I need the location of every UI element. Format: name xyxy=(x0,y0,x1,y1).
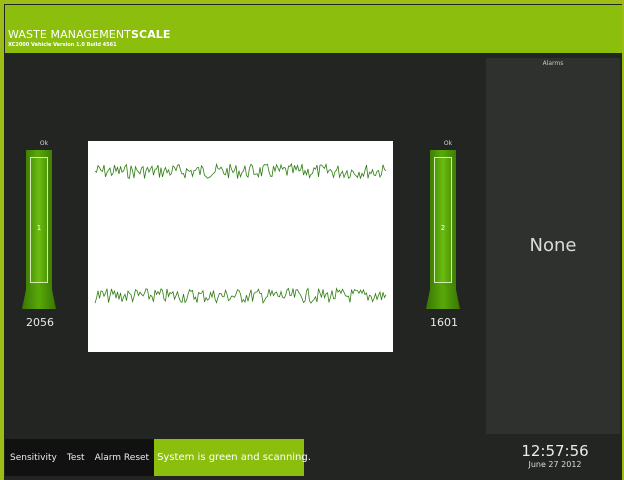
alarms-panel: Alarms None xyxy=(486,58,620,434)
signal-trace-1 xyxy=(94,162,387,180)
clock-time: 12:57:56 xyxy=(521,442,589,460)
clock: 12:57:56 June 27 2012 xyxy=(505,442,605,469)
sensor-2-level-bar: 2 xyxy=(430,150,456,301)
app-title-bold: SCALE xyxy=(131,28,171,41)
alarms-title: Alarms xyxy=(542,60,564,67)
app-title-light: WASTE MANAGEMENT xyxy=(8,28,131,41)
sensor-2-level-fill xyxy=(434,157,452,283)
sensor-1-base xyxy=(22,286,56,309)
sensor-1-level-fill xyxy=(30,157,48,283)
frame-top-border xyxy=(0,0,624,4)
app-version: XC2000 Vehicle Version 1.0 Build 4561 xyxy=(8,42,117,48)
sensor-2-value: 1601 xyxy=(430,316,458,329)
sensor-2-index: 2 xyxy=(440,224,446,232)
status-message: System is green and scanning. xyxy=(154,439,311,476)
sensor-1-level-bar: 1 xyxy=(26,150,52,301)
bottom-toolbar: Sensitivity Test Alarm Reset System is g… xyxy=(5,439,311,476)
sensor-2-status: Ok xyxy=(443,140,453,147)
app-screen: WASTE MANAGEMENTSCALE XC2000 Vehicle Ver… xyxy=(0,0,624,480)
sensor-2-base xyxy=(426,286,460,309)
signal-trace-2 xyxy=(94,287,387,305)
clock-date: June 27 2012 xyxy=(528,460,582,469)
signal-graph xyxy=(88,141,393,352)
sensor-1-value: 2056 xyxy=(26,316,54,329)
header-bar: WASTE MANAGEMENTSCALE XC2000 Vehicle Ver… xyxy=(5,5,622,53)
test-button[interactable]: Test xyxy=(61,439,90,476)
alarm-reset-button[interactable]: Alarm Reset xyxy=(89,439,155,476)
signal-graph-svg xyxy=(94,162,387,305)
sensitivity-button[interactable]: Sensitivity xyxy=(5,439,62,476)
sensor-1-index: 1 xyxy=(36,224,42,232)
sensor-1-status: Ok xyxy=(39,140,49,147)
app-title: WASTE MANAGEMENTSCALE xyxy=(8,28,171,41)
frame-left-border xyxy=(0,0,4,480)
alarms-value: None xyxy=(529,235,577,256)
